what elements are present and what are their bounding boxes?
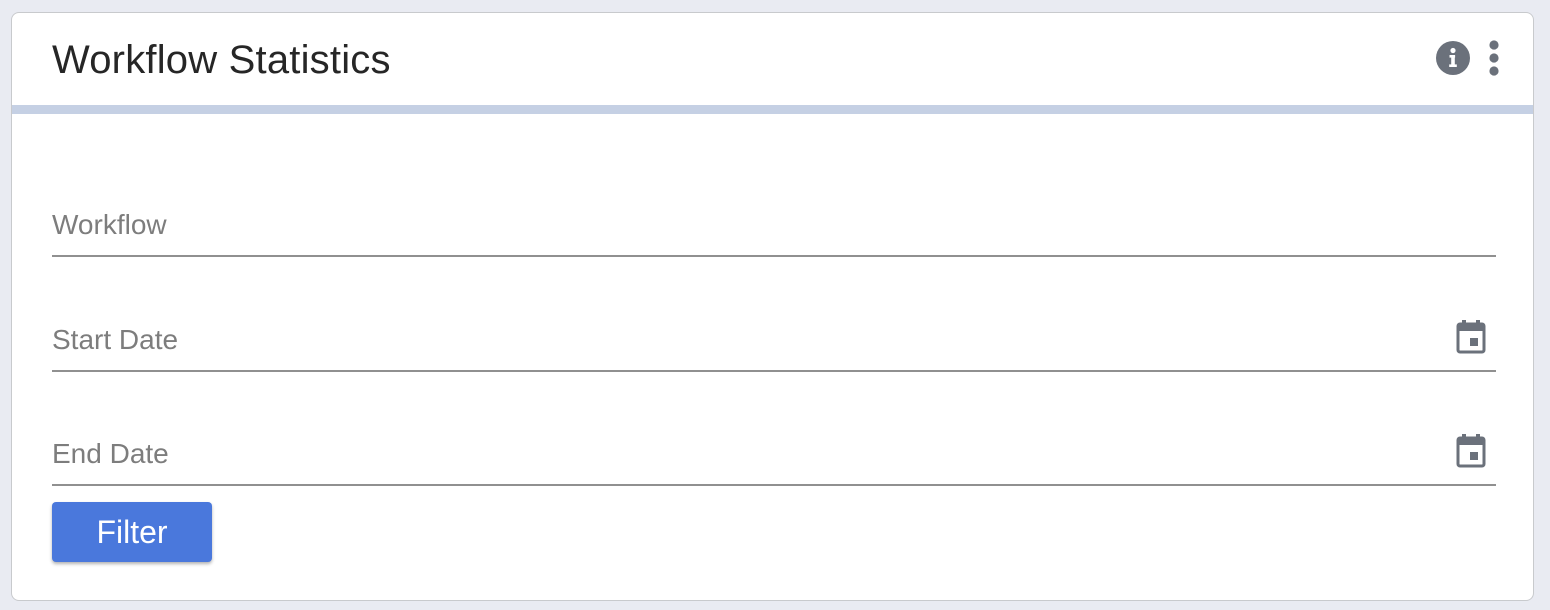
start-date-label: Start Date <box>52 324 179 355</box>
start-date-calendar-icon[interactable] <box>1456 320 1486 354</box>
start-date-field[interactable]: Start Date <box>52 279 1496 372</box>
card-title: Workflow Statistics <box>52 38 391 82</box>
end-date-calendar-icon[interactable] <box>1456 434 1486 468</box>
workflow-field[interactable]: Workflow <box>52 163 1496 257</box>
info-icon <box>1436 41 1470 75</box>
info-button[interactable] <box>1435 40 1471 76</box>
end-date-label: End Date <box>52 438 169 469</box>
workflow-label: Workflow <box>52 209 167 240</box>
end-date-field[interactable]: End Date <box>52 394 1496 486</box>
card-header: Workflow Statistics <box>12 13 1533 114</box>
filter-button[interactable]: Filter <box>52 502 212 562</box>
header-actions <box>1435 40 1503 76</box>
more-vert-icon <box>1489 40 1499 76</box>
more-options-button[interactable] <box>1485 40 1503 76</box>
workflow-statistics-card: Workflow Statistics Workflow Start Date … <box>11 12 1534 601</box>
filter-form: Workflow Start Date End Date <box>52 163 1496 486</box>
